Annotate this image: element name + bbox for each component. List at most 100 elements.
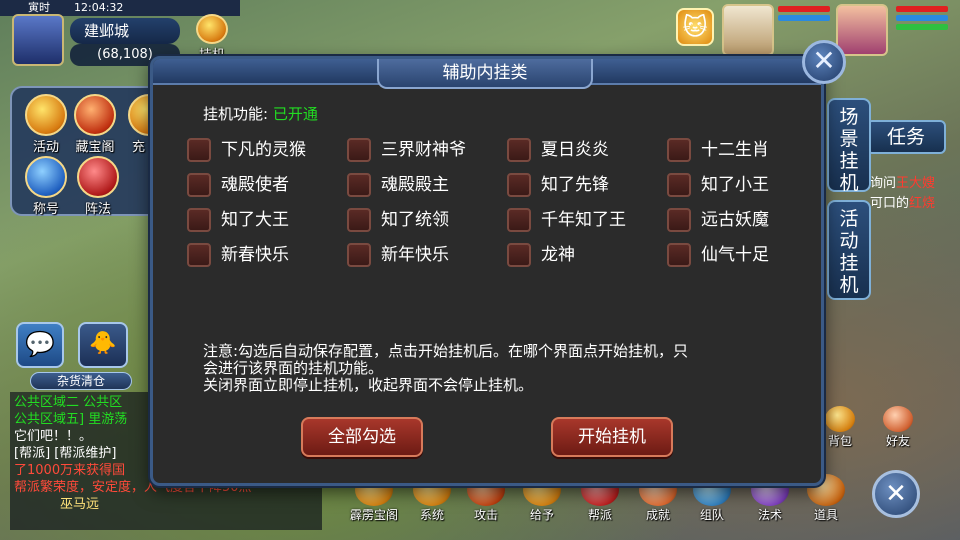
option-label: 夏日炎炎: [541, 140, 609, 160]
bottom-label: 帮派: [587, 508, 612, 522]
note-line: 注意:勾选后自动保存配置，点击开始挂机后。在哪个界面点开始挂机，只: [203, 342, 689, 360]
quest-line: 可口的红烧: [870, 196, 936, 211]
shop-clearance-button[interactable]: 杂货清仓: [30, 372, 132, 390]
pet-heart-icon[interactable]: 🐥: [78, 322, 128, 368]
option-label: 新春快乐: [221, 245, 289, 265]
bag-button[interactable]: 背包: [820, 406, 860, 449]
friends-label: 好友: [885, 434, 910, 448]
chat-footer: 巫马远: [60, 497, 100, 512]
checkbox-box[interactable]: [507, 208, 531, 232]
option-label: 仙气十足: [701, 245, 769, 265]
checkbox-box[interactable]: [347, 173, 371, 197]
treasure-icon: [74, 94, 116, 136]
checkbox-box[interactable]: [187, 138, 211, 162]
dialog-title: 辅助内挂类: [377, 59, 593, 89]
option-checkbox[interactable]: 千年知了王: [507, 207, 626, 233]
option-checkbox[interactable]: 龙神: [507, 242, 575, 268]
option-checkbox[interactable]: 远古妖魔: [667, 207, 769, 233]
bottom-label: 霹雳宝阁: [349, 508, 398, 522]
player-exp-bar: [896, 24, 948, 30]
checkbox-box[interactable]: [187, 208, 211, 232]
checkbox-box[interactable]: [667, 208, 691, 232]
tab-label: 活动挂机: [839, 208, 859, 296]
bottom-label: 给予: [529, 508, 554, 522]
map-name[interactable]: 建邺城: [70, 18, 180, 44]
menu-label: 藏宝阁: [75, 140, 115, 155]
bottom-label: 道具: [813, 508, 838, 522]
pet-mp-bar: [778, 15, 830, 21]
checkbox-box[interactable]: [187, 243, 211, 267]
status-label: 挂机功能:: [203, 105, 269, 123]
bottom-label: 攻击: [473, 508, 498, 522]
option-checkbox[interactable]: 魂殿殿主: [347, 172, 449, 198]
checkbox-box[interactable]: [507, 173, 531, 197]
tab-label: 场景挂机: [839, 106, 859, 194]
option-checkbox[interactable]: 知了统领: [347, 207, 449, 233]
menu-treasure[interactable]: 藏宝阁: [70, 94, 120, 155]
formation-icon: [77, 156, 119, 198]
pet-hp-bar: [778, 6, 830, 12]
tab-scene-autoplay[interactable]: 场景挂机: [827, 98, 871, 194]
dialog-note: 注意:勾选后自动保存配置，点击开始挂机后。在哪个界面点开始挂机，只 会进行该界面…: [203, 343, 793, 394]
menu-formation[interactable]: 阵法: [76, 156, 120, 217]
checkbox-box[interactable]: [507, 138, 531, 162]
player-hp-bar: [896, 6, 948, 12]
bag-label: 背包: [827, 434, 852, 448]
player-avatar[interactable]: [12, 14, 64, 66]
option-checkbox[interactable]: 魂殿使者: [187, 172, 289, 198]
checkbox-box[interactable]: [667, 173, 691, 197]
menu-label: 阵法: [84, 202, 111, 217]
quest-line: 询问王大嫂: [870, 176, 936, 191]
select-all-button[interactable]: 全部勾选: [301, 417, 423, 457]
option-checkbox[interactable]: 知了大王: [187, 207, 289, 233]
menu-activity[interactable]: 活动: [24, 94, 68, 155]
option-checkbox[interactable]: 知了先锋: [507, 172, 609, 198]
bottom-label: 组队: [699, 508, 724, 522]
checkbox-box[interactable]: [347, 243, 371, 267]
option-checkbox[interactable]: 新年快乐: [347, 242, 449, 268]
option-label: 新年快乐: [381, 245, 449, 265]
option-checkbox[interactable]: 夏日炎炎: [507, 137, 609, 163]
pet-portrait[interactable]: [722, 4, 774, 56]
auto-play-dialog: 辅助内挂类 挂机功能: 已开通 下凡的灵猴 三界财神爷 夏日炎炎 十二生肖 魂殿…: [150, 56, 824, 486]
option-checkbox[interactable]: 三界财神爷: [347, 137, 466, 163]
pet-cat-icon[interactable]: 🐱: [676, 8, 714, 46]
option-checkbox[interactable]: 仙气十足: [667, 242, 769, 268]
option-checkbox[interactable]: 知了小王: [667, 172, 769, 198]
option-label: 魂殿使者: [221, 175, 289, 195]
option-label: 知了小王: [701, 175, 769, 195]
quest-description[interactable]: 询问王大嫂 可口的红烧: [870, 174, 960, 214]
friends-button[interactable]: 好友: [876, 406, 920, 449]
chat-bubble-icon[interactable]: 💬: [16, 322, 64, 368]
option-checkbox[interactable]: 十二生肖: [667, 137, 769, 163]
clock: 12:04:32: [74, 1, 124, 14]
option-checkbox[interactable]: 新春快乐: [187, 242, 289, 268]
collapse-menu-button[interactable]: ✕: [872, 470, 920, 518]
checkbox-box[interactable]: [507, 243, 531, 267]
option-label: 知了先锋: [541, 175, 609, 195]
start-auto-play-button[interactable]: 开始挂机: [551, 417, 673, 457]
checkbox-box[interactable]: [667, 243, 691, 267]
checkbox-box[interactable]: [667, 138, 691, 162]
option-label: 知了统领: [381, 210, 449, 230]
status-value: 已开通: [272, 105, 318, 123]
menu-title[interactable]: 称号: [24, 156, 68, 217]
player-portrait[interactable]: [836, 4, 888, 56]
checkbox-box[interactable]: [347, 138, 371, 162]
tab-activity-autoplay[interactable]: 活动挂机: [827, 200, 871, 300]
bottom-label: 成就: [645, 508, 670, 522]
activity-icon: [25, 94, 67, 136]
checkbox-box[interactable]: [187, 173, 211, 197]
option-label: 十二生肖: [701, 140, 769, 160]
quest-panel-title[interactable]: 任务: [866, 120, 946, 154]
option-label: 三界财神爷: [381, 140, 466, 160]
auto-play-icon: [196, 14, 228, 44]
player-mp-bar: [896, 15, 948, 21]
friends-icon: [883, 406, 913, 432]
bottom-label: 法术: [757, 508, 782, 522]
option-label: 下凡的灵猴: [221, 140, 306, 160]
option-checkbox[interactable]: 下凡的灵猴: [187, 137, 306, 163]
dialog-close-button[interactable]: ✕: [802, 40, 846, 84]
checkbox-box[interactable]: [347, 208, 371, 232]
auto-play-status: 挂机功能: 已开通: [203, 103, 318, 124]
